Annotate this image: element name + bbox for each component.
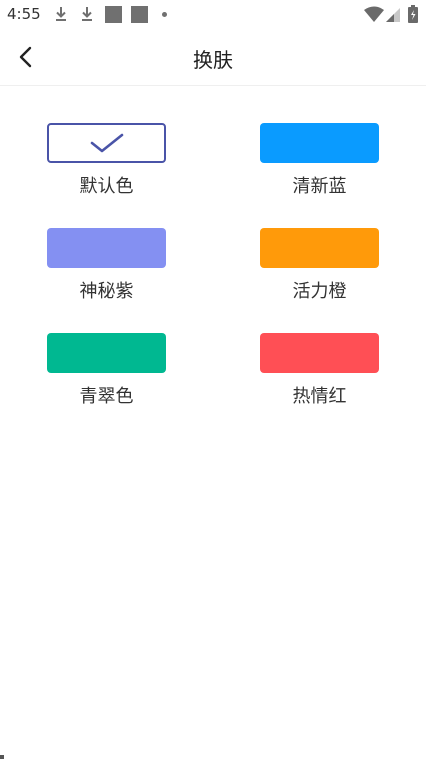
theme-swatch-fresh-blue[interactable] [260, 123, 379, 163]
theme-option-fresh-blue[interactable]: 清新蓝 [260, 123, 380, 203]
theme-option-emerald-green[interactable]: 青翠色 [47, 333, 167, 413]
page-title: 换肤 [193, 48, 233, 72]
notification-square-icon [105, 6, 122, 23]
theme-option-vibrant-orange[interactable]: 活力橙 [260, 228, 380, 308]
battery-icon [408, 5, 418, 23]
theme-swatch-mystic-purple[interactable] [47, 228, 166, 268]
wifi-icon [364, 6, 384, 22]
status-time: 4:55 [7, 5, 41, 23]
notification-square-icon [131, 6, 148, 23]
theme-label: 热情红 [292, 386, 347, 407]
download-icon [82, 7, 92, 21]
dot-icon [162, 12, 167, 17]
theme-swatch-emerald-green[interactable] [47, 333, 166, 373]
status-bar: 4:55 [0, 0, 426, 30]
signal-icon [386, 8, 400, 22]
theme-label: 神秘紫 [79, 281, 134, 302]
theme-label: 青翠色 [79, 386, 134, 407]
theme-swatch-default[interactable] [47, 123, 166, 163]
check-icon [90, 133, 123, 153]
theme-swatch-passion-red[interactable] [260, 333, 379, 373]
download-icon [56, 7, 66, 21]
theme-option-mystic-purple[interactable]: 神秘紫 [47, 228, 167, 308]
theme-label: 默认色 [79, 176, 134, 197]
theme-label: 活力橙 [292, 281, 347, 302]
theme-swatch-vibrant-orange[interactable] [260, 228, 379, 268]
theme-option-default[interactable]: 默认色 [47, 123, 167, 203]
corner-mark [0, 755, 4, 759]
theme-option-passion-red[interactable]: 热情红 [260, 333, 380, 413]
nav-bar: 换肤 [0, 30, 426, 86]
theme-label: 清新蓝 [292, 176, 347, 197]
